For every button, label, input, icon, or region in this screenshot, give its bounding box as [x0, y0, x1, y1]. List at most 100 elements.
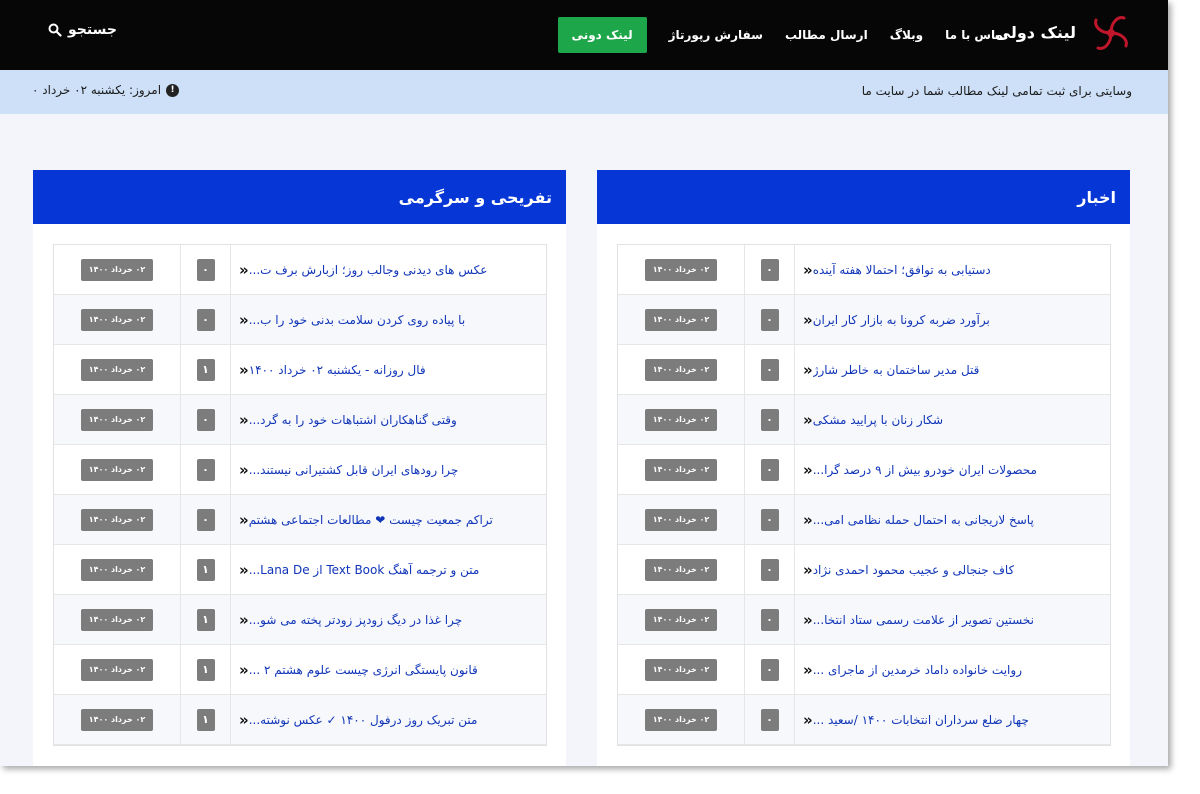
search-icon: [48, 23, 62, 37]
nav-blog[interactable]: وبلاگ: [890, 28, 923, 42]
item-title-link[interactable]: متن تبریک روز درفول ۱۴۰۰ ✓ عکس نوشته...: [249, 713, 478, 727]
item-title-link[interactable]: با پیاده روی کردن سلامت بدنی خود را ب...: [249, 313, 465, 327]
view-count-badge: ۰: [760, 308, 779, 331]
item-title-link[interactable]: چهار ضلع سرداران انتخابات ۱۴۰۰ /سعید ...: [813, 713, 1029, 727]
item-title-link[interactable]: پاسخ لاریجانی به احتمال حمله نظامی امی..…: [813, 513, 1034, 527]
list-item: «برآورد ضربه کرونا به بازار کار ایران ۰ ۰۲…: [618, 295, 1110, 345]
list-item: «فال روزانه - یکشنبه ۰۲ خرداد ۱۴۰۰ ۱ ۰۲ خر…: [54, 345, 546, 395]
view-count-badge: ۰: [760, 358, 779, 381]
date-badge: ۰۲ خرداد ۱۴۰۰: [81, 608, 153, 631]
news-panel-title: اخبار: [597, 170, 1130, 224]
double-chevron-icon: «: [803, 510, 813, 529]
info-bar: وسایتی برای ثبت تمامی لینک مطالب شما در …: [0, 70, 1168, 114]
view-count-badge: ۰: [196, 408, 215, 431]
item-title-link[interactable]: شکار زنان با پرایید مشکی: [813, 413, 943, 427]
double-chevron-icon: «: [239, 460, 249, 479]
double-chevron-icon: «: [803, 710, 813, 729]
double-chevron-icon: «: [239, 660, 249, 679]
nav-order-reportage[interactable]: سفارش رپورتاژ: [669, 28, 763, 42]
browser-viewport: لینک دولی لینک دونی سفارش رپورتاژ ارسال …: [0, 0, 1168, 766]
list-item: «دستیابی به توافق؛ احتمالا هفته آینده ۰ ۰۲…: [618, 245, 1110, 295]
item-title-link[interactable]: برآورد ضربه کرونا به بازار کار ایران: [813, 313, 990, 327]
view-count-badge: ۰: [196, 258, 215, 281]
date-badge: ۰۲ خرداد ۱۴۰۰: [645, 608, 717, 631]
item-title-link[interactable]: دستیابی به توافق؛ احتمالا هفته آینده: [813, 263, 991, 277]
item-title-link[interactable]: فال روزانه - یکشنبه ۰۲ خرداد ۱۴۰۰: [249, 363, 426, 377]
double-chevron-icon: «: [239, 510, 249, 529]
item-title-link[interactable]: متن و ترجمه آهنگ Text Book از Lana De...: [249, 563, 480, 577]
item-title-link[interactable]: عکس های دیدنی وجالب روز؛ ازبارش برف ت...: [249, 263, 488, 277]
date-badge: ۰۲ خرداد ۱۴۰۰: [81, 358, 153, 381]
date-badge: ۰۲ خرداد ۱۴۰۰: [81, 508, 153, 531]
double-chevron-icon: «: [803, 560, 813, 579]
list-item: «چرا رودهای ایران قابل کشتیرانی نیستند..…: [54, 445, 546, 495]
view-count-badge: ۱: [196, 658, 215, 681]
item-title-link[interactable]: قتل مدیر ساختمان به خاطر شارژ: [813, 363, 980, 377]
view-count-badge: ۱: [196, 558, 215, 581]
double-chevron-icon: «: [239, 360, 249, 379]
view-count-badge: ۰: [760, 558, 779, 581]
date-badge: ۰۲ خرداد ۱۴۰۰: [645, 308, 717, 331]
view-count-badge: ۱: [196, 708, 215, 731]
search-button[interactable]: جستجو: [48, 22, 117, 38]
list-item: «کاف جنجالی و عجیب محمود احمدی نژاد ۰ ۰۲ خ…: [618, 545, 1110, 595]
item-title-link[interactable]: تراکم جمعیت چیست ❤ مطالعات اجتماعی هشتم: [249, 513, 493, 527]
list-item: «قتل مدیر ساختمان به خاطر شارژ ۰ ۰۲ خرداد …: [618, 345, 1110, 395]
entertainment-panel-title: تفریحی و سرگرمی: [33, 170, 566, 224]
logo-icon[interactable]: [1088, 10, 1134, 56]
item-title-link[interactable]: چرا غذا در دیگ زودپز زودتر پخته می شو...: [249, 613, 462, 627]
view-count-badge: ۰: [760, 708, 779, 731]
double-chevron-icon: «: [239, 610, 249, 629]
list-item: «قانون پایستگی انرژی چیست علوم هشتم ۲ ..…: [54, 645, 546, 695]
list-item: «چرا غذا در دیگ زودپز زودتر پخته می شو..…: [54, 595, 546, 645]
list-item: «روایت خانواده داماد خرمدین از ماجرای ..…: [618, 645, 1110, 695]
item-title-link[interactable]: چرا رودهای ایران قابل کشتیرانی نیستند...: [249, 463, 459, 477]
nav-contact[interactable]: تماس با ما: [945, 28, 1008, 42]
double-chevron-icon: «: [803, 260, 813, 279]
list-item: «متن تبریک روز درفول ۱۴۰۰ ✓ عکس نوشته...…: [54, 695, 546, 745]
list-item: «شکار زنان با پرایید مشکی ۰ ۰۲ خرداد ۱۴۰۰: [618, 395, 1110, 445]
today-text: امروز: یکشنبه ۰۲ خرداد ۰: [32, 83, 162, 97]
double-chevron-icon: «: [803, 360, 813, 379]
view-count-badge: ۰: [196, 308, 215, 331]
date-badge: ۰۲ خرداد ۱۴۰۰: [81, 708, 153, 731]
search-label: جستجو: [68, 22, 117, 38]
item-title-link[interactable]: نخستین تصویر از علامت رسمی ستاد انتخا...: [813, 613, 1034, 627]
site-tagline: وسایتی برای ثبت تمامی لینک مطالب شما در …: [861, 84, 1132, 98]
double-chevron-icon: «: [239, 410, 249, 429]
date-badge: ۰۲ خرداد ۱۴۰۰: [81, 458, 153, 481]
date-badge: ۰۲ خرداد ۱۴۰۰: [645, 458, 717, 481]
entertainment-panel: تفریحی و سرگرمی « عکس های دیدنی وجالب روز…: [33, 170, 566, 766]
news-panel: اخبار «دستیابی به توافق؛ احتمالا هفته آی…: [597, 170, 1130, 766]
item-title-link[interactable]: محصولات ایران خودرو بیش از ۹ درصد گرا...: [813, 463, 1037, 477]
date-badge: ۰۲ خرداد ۱۴۰۰: [645, 558, 717, 581]
double-chevron-icon: «: [239, 560, 249, 579]
double-chevron-icon: «: [803, 310, 813, 329]
item-title-link[interactable]: کاف جنجالی و عجیب محمود احمدی نژاد: [813, 563, 1015, 577]
date-badge: ۰۲ خرداد ۱۴۰۰: [645, 408, 717, 431]
view-count-badge: ۰: [760, 458, 779, 481]
top-navbar: لینک دولی لینک دونی سفارش رپورتاژ ارسال …: [0, 0, 1168, 70]
date-badge: ۰۲ خرداد ۱۴۰۰: [645, 508, 717, 531]
date-badge: ۰۲ خرداد ۱۴۰۰: [645, 258, 717, 281]
double-chevron-icon: «: [803, 610, 813, 629]
view-count-badge: ۰: [760, 508, 779, 531]
list-item: «چهار ضلع سرداران انتخابات ۱۴۰۰ /سعید ..…: [618, 695, 1110, 745]
nav-link-dooni[interactable]: لینک دونی: [557, 17, 647, 53]
date-badge: ۰۲ خرداد ۱۴۰۰: [645, 708, 717, 731]
list-item: «وقتی گناهکاران اشتباهات خود را به گرد..…: [54, 395, 546, 445]
double-chevron-icon: «: [239, 310, 249, 329]
list-item: «با پیاده روی کردن سلامت بدنی خود را ب..…: [54, 295, 546, 345]
item-title-link[interactable]: قانون پایستگی انرژی چیست علوم هشتم ۲ ...: [249, 663, 478, 677]
date-badge: ۰۲ خرداد ۱۴۰۰: [81, 558, 153, 581]
list-item: «پاسخ لاریجانی به احتمال حمله نظامی امی.…: [618, 495, 1110, 545]
main-nav: لینک دونی سفارش رپورتاژ ارسال مطالب وبلا…: [557, 0, 1008, 70]
view-count-badge: ۱: [196, 358, 215, 381]
view-count-badge: ۰: [760, 408, 779, 431]
item-title-link[interactable]: روایت خانواده داماد خرمدین از ماجرای ...: [813, 663, 1022, 677]
date-badge: ۰۲ خرداد ۱۴۰۰: [81, 658, 153, 681]
double-chevron-icon: «: [239, 710, 249, 729]
today-date: ! امروز: یکشنبه ۰۲ خرداد ۰: [32, 83, 180, 97]
item-title-link[interactable]: وقتی گناهکاران اشتباهات خود را به گرد...: [249, 413, 457, 427]
nav-send-posts[interactable]: ارسال مطالب: [785, 28, 868, 42]
